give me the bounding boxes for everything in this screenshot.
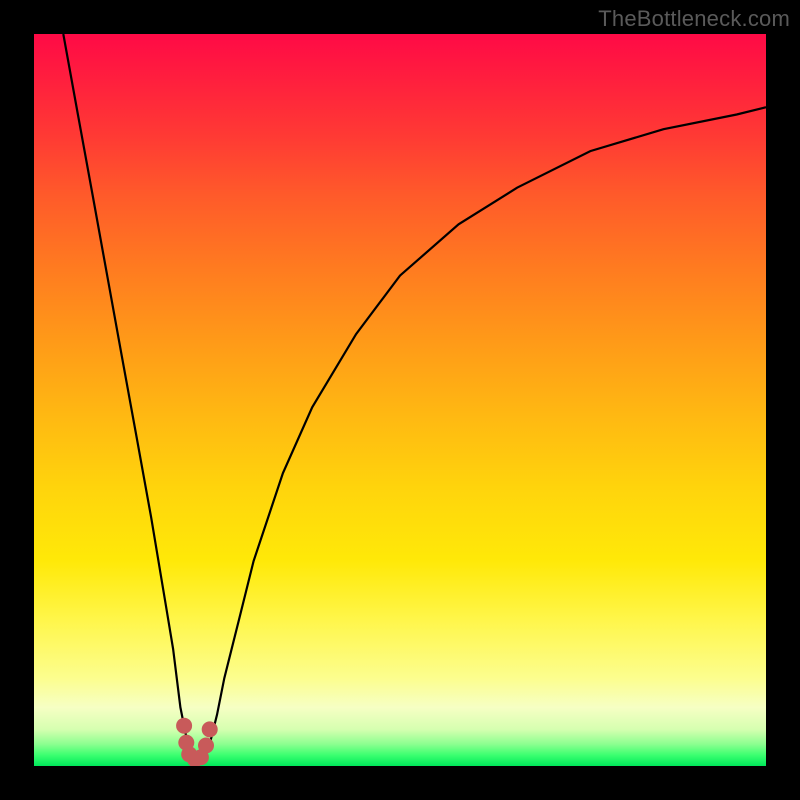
plot-area xyxy=(34,34,766,766)
bottleneck-gradient xyxy=(34,34,766,766)
watermark-text: TheBottleneck.com xyxy=(598,6,790,32)
chart-frame: TheBottleneck.com xyxy=(0,0,800,800)
